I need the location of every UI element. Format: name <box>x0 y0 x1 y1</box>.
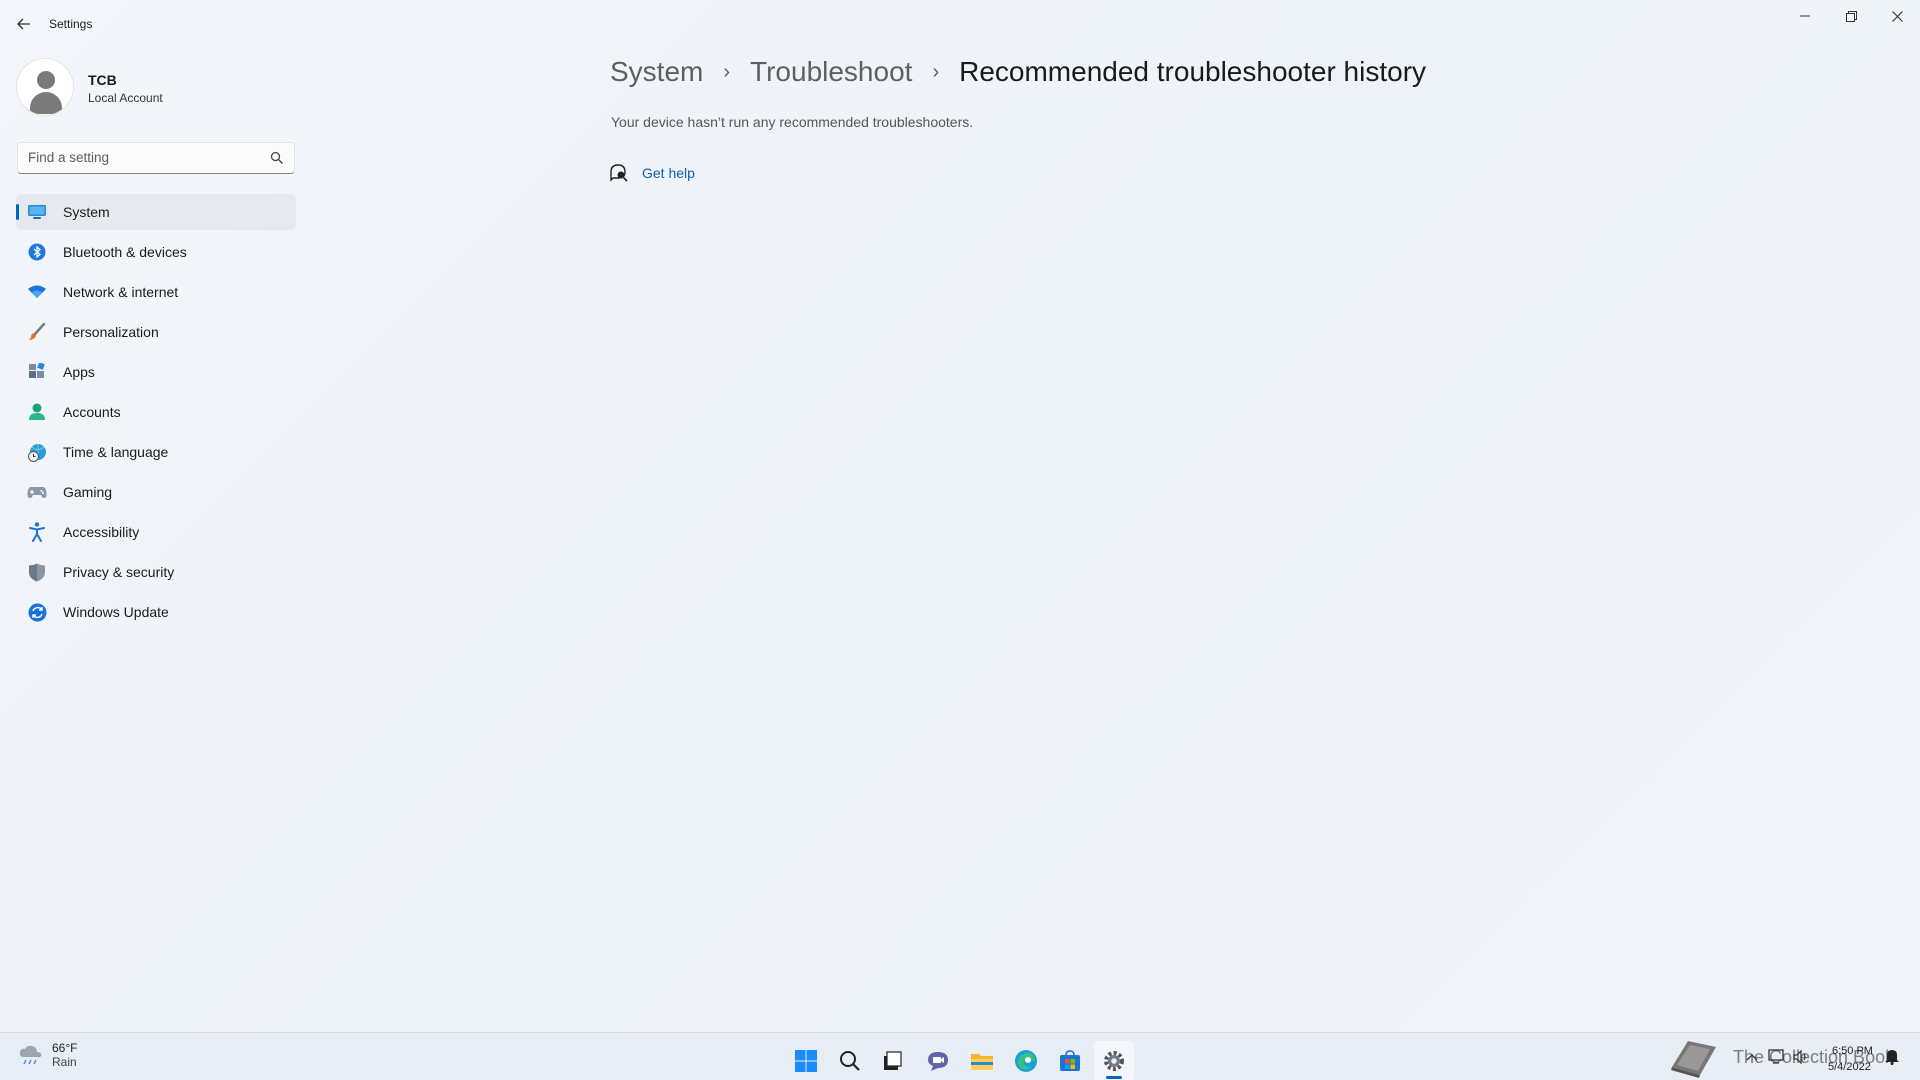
close-button[interactable] <box>1874 0 1920 32</box>
sidebar-item-personalization[interactable]: Personalization <box>16 314 296 350</box>
monitor-icon <box>27 202 47 222</box>
sidebar-item-label: Windows Update <box>63 604 169 620</box>
sidebar-item-system[interactable]: System <box>16 194 296 230</box>
wifi-icon <box>27 282 47 302</box>
sidebar-item-label: System <box>63 204 110 220</box>
restore-icon <box>1845 10 1857 22</box>
get-help-label: Get help <box>642 165 695 181</box>
search-box <box>17 142 295 174</box>
chat-icon <box>928 1052 948 1071</box>
gear-icon <box>1104 1051 1124 1071</box>
network-icon[interactable] <box>1768 1049 1786 1065</box>
brush-icon <box>27 322 47 342</box>
book-logo-icon <box>1671 1041 1716 1078</box>
sidebar-item-privacy-security[interactable]: Privacy & security <box>16 554 296 590</box>
settings-taskbar-button[interactable] <box>1094 1041 1134 1080</box>
microsoft-store-button[interactable] <box>1050 1041 1090 1080</box>
task-view-button[interactable] <box>872 1041 912 1080</box>
sidebar-item-windows-update[interactable]: Windows Update <box>16 594 296 630</box>
edge-icon <box>1015 1050 1037 1072</box>
store-icon <box>1060 1050 1080 1071</box>
sidebar-item-label: Network & internet <box>63 284 179 300</box>
task-view-icon <box>884 1051 902 1070</box>
sidebar-item-bluetooth[interactable]: Bluetooth & devices <box>16 234 296 270</box>
sidebar-item-apps[interactable]: Apps <box>16 354 296 390</box>
sidebar-item-label: Apps <box>63 364 95 380</box>
taskbar: 66°F Rain The Collection Book 6:50 PM 5/… <box>0 1032 1920 1080</box>
sidebar-item-accessibility[interactable]: Accessibility <box>16 514 296 550</box>
shield-icon <box>27 562 47 582</box>
bluetooth-icon <box>27 242 47 262</box>
sidebar-item-label: Privacy & security <box>63 564 175 580</box>
weather-temperature: 66°F <box>52 1041 78 1055</box>
minimize-button[interactable] <box>1782 0 1828 32</box>
teams-chat-button[interactable] <box>918 1041 958 1080</box>
update-icon <box>27 602 47 622</box>
avatar <box>16 58 74 116</box>
sidebar-nav: System Bluetooth & devices Network & int… <box>16 194 296 634</box>
breadcrumb-system[interactable]: System <box>610 56 703 88</box>
breadcrumb-troubleshoot[interactable]: Troubleshoot <box>750 56 912 88</box>
sidebar-item-network[interactable]: Network & internet <box>16 274 296 310</box>
sidebar-item-label: Personalization <box>63 324 159 340</box>
chevron-up-icon[interactable] <box>1746 1053 1758 1061</box>
get-help-link[interactable]: Get help <box>610 164 695 182</box>
accessibility-icon <box>27 522 47 542</box>
file-explorer-button[interactable] <box>962 1041 1002 1080</box>
sidebar-item-gaming[interactable]: Gaming <box>16 474 296 510</box>
sidebar-item-label: Time & language <box>63 444 169 460</box>
clock-time[interactable]: 6:50 PM <box>1832 1045 1873 1057</box>
chevron-right-icon: › <box>723 60 731 83</box>
weather-widget[interactable]: 66°F Rain <box>18 1041 77 1069</box>
settings-window: Settings TCB Local Account System <box>0 0 1920 1032</box>
sidebar-item-time-language[interactable]: Time & language <box>16 434 296 470</box>
rain-cloud-icon <box>19 1045 42 1065</box>
chevron-right-icon: › <box>932 60 940 83</box>
empty-history-message: Your device hasn’t run any recommended t… <box>611 114 974 130</box>
globe-clock-icon <box>27 442 47 462</box>
notification-bell-icon[interactable] <box>1884 1047 1900 1065</box>
search-icon[interactable] <box>270 151 284 165</box>
title-bar: Settings <box>0 0 1920 48</box>
minimize-icon <box>1800 15 1810 17</box>
start-button[interactable] <box>786 1041 826 1080</box>
volume-icon[interactable] <box>1792 1049 1810 1065</box>
page-title: Recommended troubleshooter history <box>959 56 1427 87</box>
sidebar-item-label: Bluetooth & devices <box>63 244 187 260</box>
profile-name: TCB <box>88 72 117 88</box>
person-icon <box>27 402 47 422</box>
windows-logo-icon <box>795 1050 817 1072</box>
sidebar-item-label: Accessibility <box>63 524 140 540</box>
taskbar-search-button[interactable] <box>830 1041 870 1080</box>
back-button[interactable] <box>10 10 38 38</box>
back-arrow-icon <box>17 18 30 30</box>
breadcrumb: System › Troubleshoot › Recommended trou… <box>610 56 1426 88</box>
search-input[interactable] <box>28 150 258 165</box>
gamepad-icon <box>27 482 47 502</box>
close-icon <box>1891 10 1903 22</box>
sidebar-item-label: Accounts <box>63 404 121 420</box>
folder-icon <box>971 1054 993 1070</box>
clock-date[interactable]: 5/4/2022 <box>1828 1061 1871 1073</box>
profile-account-type: Local Account <box>88 91 163 105</box>
search-icon <box>840 1051 860 1071</box>
sidebar-item-label: Gaming <box>63 484 113 500</box>
edge-browser-button[interactable] <box>1006 1041 1046 1080</box>
restore-button[interactable] <box>1828 0 1874 32</box>
help-icon <box>610 164 628 182</box>
weather-condition: Rain <box>52 1055 77 1069</box>
apps-icon <box>27 362 47 382</box>
app-title: Settings <box>49 17 93 31</box>
sidebar-item-accounts[interactable]: Accounts <box>16 394 296 430</box>
user-profile[interactable]: TCB Local Account <box>16 58 296 118</box>
